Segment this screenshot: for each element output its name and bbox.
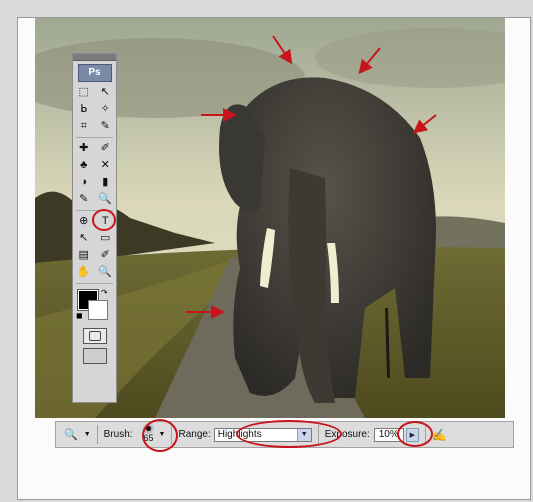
quick-mask-icon [88,331,101,341]
chevron-down-icon[interactable]: ▼ [159,431,166,438]
brush-label: Brush: [103,429,133,440]
notes-tool-icon[interactable]: ▤ [76,248,92,263]
exposure-input[interactable]: 10% [373,427,404,442]
zoom-tool-icon[interactable]: 🔍 [97,265,113,280]
brush-tool-icon[interactable]: ✐ [97,141,113,156]
options-bar: 🔍 ▼ Brush: 65 ▼ Range: Highlights ▼ Expo… [55,421,514,448]
divider [171,425,173,444]
divider [76,137,113,138]
eyedropper-tool-icon[interactable]: ✎ [97,119,113,134]
gradient-tool-icon[interactable]: ▮ [97,175,113,190]
history-brush-tool-icon[interactable]: ✕ [97,158,113,173]
divider [424,425,426,444]
path-selection-tool-icon[interactable]: ↖ [76,231,92,246]
dodge-tool-icon: 🔍 [64,429,78,441]
highlight-circle [92,209,116,231]
screenshot-frame: Ps ⬚ ↖ ᖯ ✧ ⌗ ✎ ✚ ✐ ♣ ✕ ◑ ▮ ✎ 🔍 ⊕ T ↖ ▭ ▤ ✐ ✋ 🔍 ◼ ↷ … [17,17,531,500]
dodge-tool-icon[interactable]: 🔍 [97,192,113,207]
airbrush-button[interactable]: ✍ [432,422,447,447]
range-group: Range: Highlights ▼ [178,422,312,447]
exposure-group: Exposure: 10% ▶ [325,422,419,447]
lasso-tool-icon[interactable]: ᖯ [76,102,92,117]
brush-picker[interactable]: Brush: 65 ▼ [103,422,166,447]
brush-preview[interactable]: 65 [141,425,157,445]
default-colors-icon[interactable]: ◼ [76,311,83,320]
shape-tool-icon[interactable]: ▭ [97,231,113,246]
magic-wand-tool-icon[interactable]: ✧ [97,102,113,117]
airbrush-icon: ✍ [431,427,447,442]
blur-tool-icon[interactable]: ✎ [76,192,92,207]
chevron-down-icon[interactable]: ▼ [296,428,311,441]
tools-panel: Ps ⬚ ↖ ᖯ ✧ ⌗ ✎ ✚ ✐ ♣ ✕ ◑ ▮ ✎ 🔍 ⊕ T ↖ ▭ ▤ ✐ ✋ 🔍 ◼ ↷ [72,53,117,403]
quick-mask-button[interactable] [82,328,107,344]
tool-preset-picker[interactable]: 🔍 ▼ [64,422,91,447]
divider [96,425,98,444]
screen-mode-button[interactable] [82,348,107,364]
marquee-tool-icon[interactable]: ⬚ [76,85,92,100]
chevron-down-icon: ▼ [83,431,91,438]
background-color[interactable] [88,300,108,320]
divider [317,425,319,444]
eraser-tool-icon[interactable]: ◑ [76,175,92,190]
healing-brush-tool-icon[interactable]: ✚ [76,141,92,156]
move-tool-icon[interactable]: ↖ [97,85,113,100]
brush-tip-icon [146,426,152,431]
swap-colors-icon[interactable]: ↷ [101,288,108,297]
clone-stamp-tool-icon[interactable]: ♣ [76,158,92,173]
exposure-label: Exposure: [324,429,370,440]
brush-size: 65 [143,433,154,443]
eyedropper-3d-tool-icon[interactable]: ✐ [97,248,113,263]
panel-grip[interactable] [73,54,116,61]
range-select[interactable]: Highlights ▼ [213,427,312,442]
range-value: Highlights [217,429,262,440]
range-label: Range: [178,429,211,440]
crop-tool-icon[interactable]: ⌗ [76,119,92,134]
pen-tool-icon[interactable]: ⊕ [76,214,92,229]
hand-tool-icon[interactable]: ✋ [76,265,92,280]
color-swatches: ◼ ↷ [73,286,116,324]
divider [76,283,113,284]
photoshop-logo: Ps [77,64,112,82]
exposure-slider-button[interactable]: ▶ [405,427,419,442]
